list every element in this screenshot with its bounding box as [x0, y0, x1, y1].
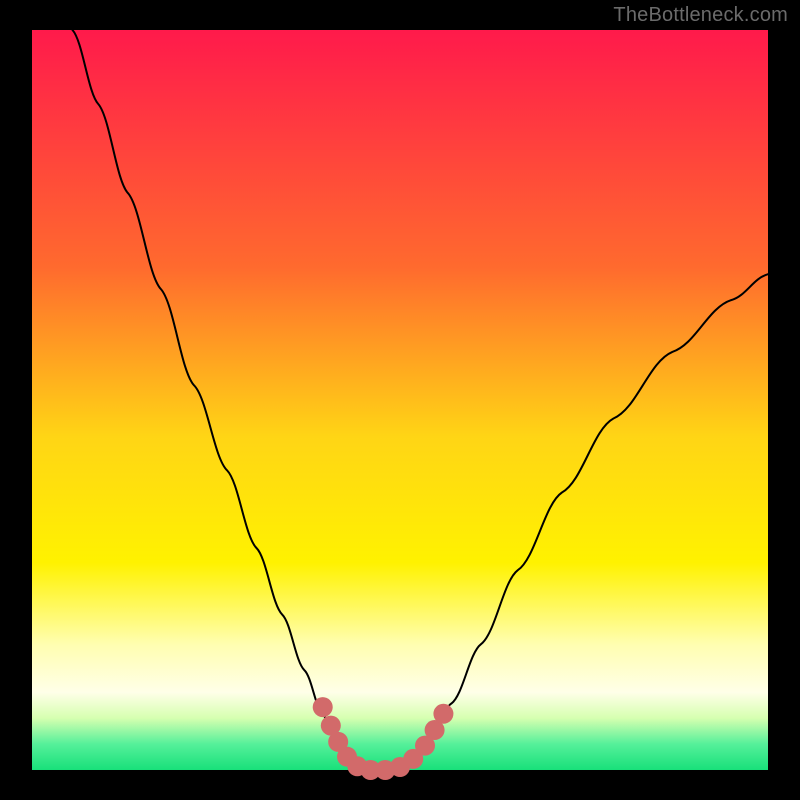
- plot-background: [32, 30, 768, 770]
- bottleneck-chart: [0, 0, 800, 800]
- chart-stage: TheBottleneck.com: [0, 0, 800, 800]
- highlight-dot: [313, 697, 333, 717]
- highlight-dot: [433, 704, 453, 724]
- watermark-label: TheBottleneck.com: [613, 4, 788, 27]
